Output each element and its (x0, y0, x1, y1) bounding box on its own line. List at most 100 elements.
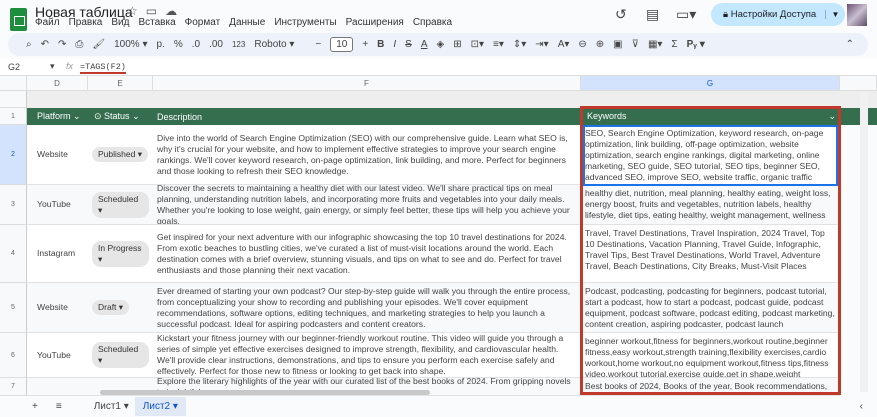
font-size-input[interactable]: 10 (330, 37, 354, 52)
meet-icon[interactable]: ▭▾ (676, 6, 696, 23)
keywords-cell[interactable]: Podcast, podcasting, podcasting for begi… (581, 283, 840, 333)
cloud-status-icon[interactable]: ☁ (165, 4, 185, 18)
font-size-decrease[interactable]: − (315, 39, 321, 50)
functions-button[interactable]: Σ (671, 39, 677, 50)
menu-tools[interactable]: Инструменты (274, 17, 336, 28)
input-tools-button[interactable]: Рᵧ ▾ (687, 39, 705, 50)
fill-color-icon[interactable]: ◈ (437, 39, 445, 50)
menu-extensions[interactable]: Расширения (346, 17, 404, 28)
name-box-dropdown[interactable]: ▾ (50, 61, 55, 72)
print-icon[interactable]: ⎙ (75, 39, 83, 50)
description-cell[interactable]: Get inspired for your next adventure wit… (153, 225, 581, 283)
history-icon[interactable]: ↺ (615, 6, 627, 23)
bold-button[interactable]: B (377, 39, 384, 50)
collapse-sidebar-icon[interactable]: ‹ (860, 401, 863, 412)
select-all-corner[interactable] (0, 76, 27, 91)
formula-input[interactable]: =TAGS(F2) (80, 62, 126, 74)
status-cell[interactable]: Draft ▾ (88, 283, 153, 333)
description-cell[interactable]: Kickstart your fitness journey with our … (153, 333, 581, 378)
row-header[interactable]: 5 (0, 283, 27, 333)
avatar[interactable] (847, 4, 867, 26)
status-chip[interactable]: Draft ▾ (92, 300, 130, 315)
increase-decimal-button[interactable]: .00 (209, 39, 223, 50)
horizontal-scrollbar[interactable] (100, 390, 430, 395)
keywords-cell[interactable]: healthy diet, nutrition, meal planning, … (581, 185, 840, 225)
merge-cells-icon[interactable]: ⊡▾ (471, 39, 484, 50)
share-button[interactable]: 🔒︎ Настройки Доступа ▼ (711, 3, 845, 26)
sheet-tab-2[interactable]: Лист2 ▾ (134, 397, 186, 416)
wrap-icon[interactable]: ⇥▾ (535, 39, 548, 50)
undo-icon[interactable]: ↶ (41, 39, 49, 50)
row-header[interactable]: 4 (0, 225, 27, 283)
column-header-h[interactable] (840, 76, 877, 91)
borders-icon[interactable]: ⊞ (453, 39, 461, 50)
collapse-toolbar-icon[interactable]: ⌃ (846, 39, 854, 50)
add-sheet-icon[interactable]: + (32, 401, 38, 412)
menu-format[interactable]: Формат (185, 17, 221, 28)
redo-icon[interactable]: ↷ (58, 39, 66, 50)
vertical-scrollbar[interactable] (860, 92, 868, 392)
star-icon[interactable]: ☆ (127, 4, 146, 18)
more-formats-button[interactable]: 123 (232, 40, 245, 49)
menu-data[interactable]: Данные (229, 17, 265, 28)
platform-cell[interactable]: Website (27, 125, 88, 185)
status-cell[interactable]: Published ▾ (88, 125, 153, 185)
platform-cell[interactable]: YouTube (27, 333, 88, 378)
currency-button[interactable]: р. (156, 39, 164, 50)
keywords-cell[interactable]: Travel, Travel Destinations, Travel Insp… (581, 225, 840, 283)
header-platform[interactable]: Platform ⌄ (27, 111, 88, 122)
sheet-tab-1[interactable]: Лист1 ▾ (88, 398, 135, 415)
decrease-decimal-button[interactable]: .0 (192, 39, 200, 50)
menu-file[interactable]: Файл (35, 17, 60, 28)
column-header-g[interactable]: G (581, 76, 840, 91)
menu-edit[interactable]: Правка (69, 17, 103, 28)
status-cell[interactable]: Scheduled ▾ (88, 333, 153, 378)
keywords-cell[interactable]: SEO, Search Engine Optimization, keyword… (581, 125, 840, 185)
platform-cell[interactable]: Instagram (27, 225, 88, 283)
status-cell[interactable]: Scheduled ▾ (88, 185, 153, 225)
share-dropdown[interactable]: ▼ (825, 10, 845, 19)
strikethrough-button[interactable]: S (405, 39, 412, 50)
comment-icon[interactable]: ⊕ (596, 39, 604, 50)
column-header-f[interactable]: F (153, 76, 581, 91)
move-folder-icon[interactable]: ▭ (146, 4, 165, 18)
sheets-logo[interactable] (10, 8, 27, 31)
description-cell[interactable]: Ever dreamed of starting your own podcas… (153, 283, 581, 333)
menu-help[interactable]: Справка (413, 17, 452, 28)
row-header[interactable]: 1 (0, 108, 27, 125)
font-select[interactable]: Roboto ▾ (254, 39, 306, 50)
italic-button[interactable]: I (393, 39, 396, 50)
header-description[interactable]: Description (153, 112, 581, 122)
status-chip[interactable]: In Progress ▾ (92, 240, 149, 267)
status-cell[interactable]: In Progress ▾ (88, 225, 153, 283)
name-box[interactable]: G2 (8, 62, 20, 72)
font-size-increase[interactable]: + (362, 39, 368, 50)
menu-insert[interactable]: Вставка (138, 17, 175, 28)
all-sheets-icon[interactable]: ≡ (56, 401, 62, 412)
column-header-d[interactable]: D (27, 76, 88, 91)
chart-icon[interactable]: ▣ (613, 39, 622, 50)
text-color-button[interactable]: A (421, 39, 428, 50)
valign-icon[interactable]: ⇕▾ (513, 39, 526, 50)
description-cell[interactable]: Dive into the world of Search Engine Opt… (153, 125, 581, 185)
platform-cell[interactable]: Website (27, 283, 88, 333)
comments-icon[interactable]: ▤ (646, 6, 659, 23)
description-cell[interactable]: Discover the secrets to maintaining a he… (153, 185, 581, 225)
percent-button[interactable]: % (174, 39, 183, 50)
status-chip[interactable]: Published ▾ (92, 147, 148, 162)
paint-format-icon[interactable]: 🖌︎ (92, 39, 105, 50)
keywords-cell[interactable]: Best books of 2024, Books of the year, B… (581, 378, 840, 396)
row-header-blank[interactable] (0, 91, 27, 108)
row-header[interactable]: 3 (0, 185, 27, 225)
search-icon[interactable]: ⌕ (26, 39, 32, 50)
row-header[interactable]: 7 (0, 378, 27, 396)
header-status[interactable]: ⊙ Status ⌄ (88, 111, 153, 122)
link-icon[interactable]: ⊖ (578, 39, 586, 50)
header-keywords[interactable]: Keywords ⌄ (581, 111, 836, 122)
keywords-cell[interactable]: beginner workout,fitness for beginners,w… (581, 333, 840, 378)
menu-view[interactable]: Вид (111, 17, 129, 28)
row-header[interactable]: 2 (0, 125, 27, 185)
status-chip[interactable]: Scheduled ▾ (92, 191, 149, 218)
zoom-select[interactable]: 100% ▾ (114, 39, 147, 50)
filter-views-icon[interactable]: ▦▾ (648, 39, 662, 50)
